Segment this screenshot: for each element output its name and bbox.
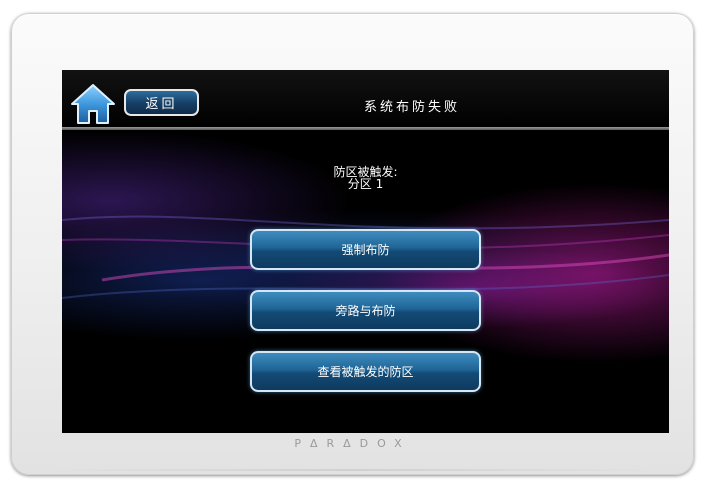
bezel-edge bbox=[41, 469, 664, 471]
keypad-device: 返回 系统布防失败 防区被触发: 分区 1 强制布防 旁路与布防 查看被触发的防… bbox=[11, 13, 694, 475]
page-title: 系统布防失败 bbox=[363, 100, 460, 115]
force-arm-button[interactable]: 强制布防 bbox=[250, 229, 481, 270]
header-divider bbox=[62, 127, 669, 130]
back-button[interactable]: 返回 bbox=[124, 89, 199, 116]
trigger-message: 防区被触发: 分区 1 bbox=[262, 166, 469, 190]
home-icon bbox=[71, 84, 115, 124]
view-triggered-zones-button[interactable]: 查看被触发的防区 bbox=[250, 351, 481, 392]
home-button[interactable] bbox=[70, 82, 116, 126]
touch-screen: 返回 系统布防失败 防区被触发: 分区 1 强制布防 旁路与布防 查看被触发的防… bbox=[62, 70, 669, 433]
brand-logo: PΔRΔDOX bbox=[294, 437, 411, 450]
partition-label: 分区 1 bbox=[347, 177, 384, 191]
bypass-and-arm-button[interactable]: 旁路与布防 bbox=[250, 290, 481, 331]
